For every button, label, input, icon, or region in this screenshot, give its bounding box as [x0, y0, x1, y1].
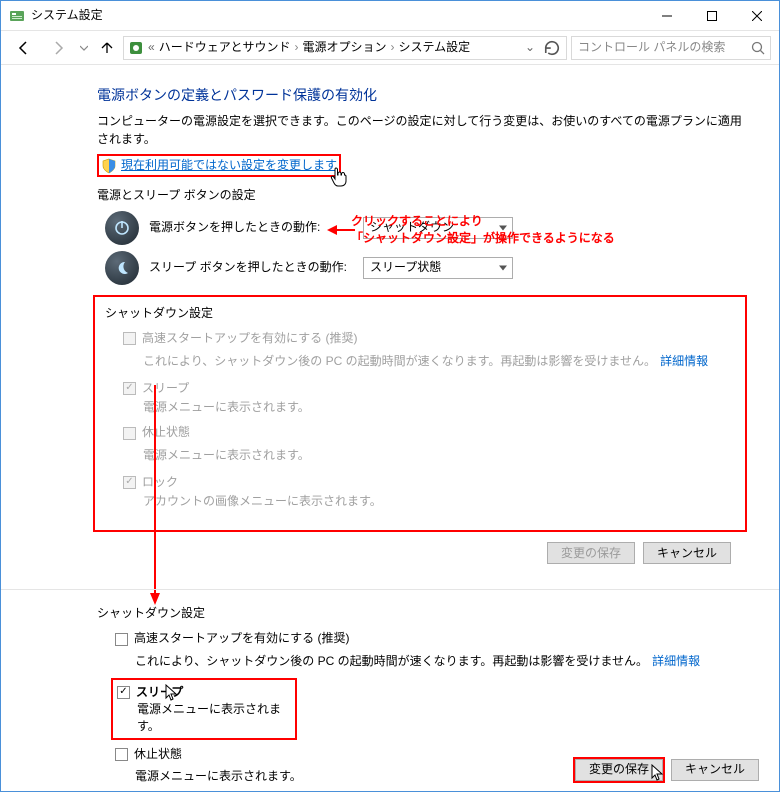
fast-startup-description: これにより、シャットダウン後の PC の起動時間が速くなります。再起動は影響を受… — [143, 353, 735, 370]
search-box[interactable] — [571, 36, 771, 60]
close-button[interactable] — [734, 1, 779, 31]
maximize-button[interactable] — [689, 1, 734, 31]
window-title: システム設定 — [31, 7, 103, 24]
search-icon[interactable] — [750, 40, 766, 56]
sleep-checkbox-enabled[interactable]: ✓ — [117, 686, 130, 699]
change-unavailable-settings-link[interactable]: 現在利用可能ではない設定を変更します — [121, 157, 337, 174]
sleep-button-action-value: スリープ状態 — [370, 260, 441, 274]
address-bar[interactable]: « ハードウェアとサウンド › 電源オプション › システム設定 ⌄ — [123, 36, 567, 60]
change-settings-link-frame: 現在利用可能ではない設定を変更します — [97, 154, 341, 177]
sleep-button-action-label: スリープ ボタンを押したときの動作: — [149, 259, 353, 276]
refresh-button[interactable] — [542, 38, 562, 58]
shutdown-settings-frame: シャットダウン設定 高速スタートアップを有効にする (推奨) これにより、シャッ… — [93, 295, 747, 533]
hibernate-description: 電源メニューに表示されます。 — [143, 447, 735, 464]
sleep-icon — [105, 251, 139, 285]
breadcrumb-item[interactable]: システム設定 — [398, 39, 470, 56]
power-button-action-label: 電源ボタンを押したときの動作: — [149, 219, 353, 236]
navigation-bar: « ハードウェアとサウンド › 電源オプション › システム設定 ⌄ — [1, 31, 779, 65]
save-button-disabled: 変更の保存 — [547, 542, 635, 564]
back-button[interactable] — [9, 33, 39, 63]
lock-checkbox: ✓ — [123, 476, 136, 489]
arrow-cursor-icon — [165, 684, 179, 707]
breadcrumb-prefix: « — [148, 39, 155, 56]
fast-startup-detail-link[interactable]: 詳細情報 — [660, 354, 708, 368]
cancel-button-footer[interactable]: キャンセル — [671, 759, 759, 781]
fast-startup-detail-link-enabled[interactable]: 詳細情報 — [652, 654, 700, 668]
sleep-checkbox: ✓ — [123, 382, 136, 395]
sleep-description-enabled: 電源メニューに表示されます。 — [137, 701, 291, 736]
power-options-icon — [128, 40, 144, 56]
pointer-cursor-icon — [329, 166, 349, 193]
hibernate-checkbox — [123, 427, 136, 440]
fast-startup-checkbox — [123, 332, 136, 345]
up-button[interactable] — [95, 33, 119, 63]
fast-startup-label: 高速スタートアップを有効にする (推奨) — [142, 330, 357, 347]
annotation-line-2: 「シャットダウン設定」が操作できるようになる — [351, 230, 615, 247]
arrow-cursor-icon — [651, 764, 665, 787]
separator — [1, 589, 779, 590]
page-description: コンピューターの電源設定を選択できます。このページの設定に対して行う変更は、お使… — [97, 113, 743, 148]
lock-description: アカウントの画像メニューに表示されます。 — [143, 493, 735, 510]
shutdown-settings-title-enabled: シャットダウン設定 — [97, 605, 743, 622]
save-button[interactable]: 変更の保存 — [575, 759, 663, 781]
power-icon — [105, 211, 139, 245]
arrow-left-icon — [327, 223, 355, 237]
titlebar: システム設定 — [1, 1, 779, 31]
annotation-line-1: クリックすることにより — [351, 213, 615, 230]
breadcrumb-separator: › — [390, 39, 394, 56]
breadcrumb-separator: › — [294, 39, 298, 56]
cancel-button[interactable]: キャンセル — [643, 542, 731, 564]
annotation-text: クリックすることにより 「シャットダウン設定」が操作できるようになる — [351, 213, 615, 248]
address-dropdown[interactable]: ⌄ — [522, 39, 538, 56]
power-sleep-section-label: 電源とスリープ ボタンの設定 — [97, 187, 743, 204]
breadcrumb-item[interactable]: ハードウェアとサウンド — [159, 39, 291, 56]
sleep-option-frame: ✓ スリープ 電源メニューに表示されます。 — [111, 678, 297, 739]
sleep-description: 電源メニューに表示されます。 — [143, 399, 735, 416]
fast-startup-description-enabled: これにより、シャットダウン後の PC の起動時間が速くなります。再起動は影響を受… — [135, 653, 743, 670]
history-dropdown[interactable] — [77, 33, 91, 63]
forward-button[interactable] — [43, 33, 73, 63]
page-title: 電源ボタンの定義とパスワード保護の有効化 — [97, 85, 743, 105]
sleep-button-action-select[interactable]: スリープ状態 — [363, 257, 513, 279]
search-input[interactable] — [576, 38, 750, 57]
fast-startup-checkbox-enabled[interactable] — [115, 633, 128, 646]
shield-icon — [101, 158, 117, 174]
app-icon — [9, 8, 25, 24]
arrow-down-icon — [148, 385, 162, 605]
shutdown-settings-title: シャットダウン設定 — [105, 305, 735, 322]
fast-startup-label-enabled: 高速スタートアップを有効にする (推奨) — [134, 630, 349, 647]
minimize-button[interactable] — [644, 1, 689, 31]
breadcrumb-item[interactable]: 電源オプション — [302, 39, 386, 56]
